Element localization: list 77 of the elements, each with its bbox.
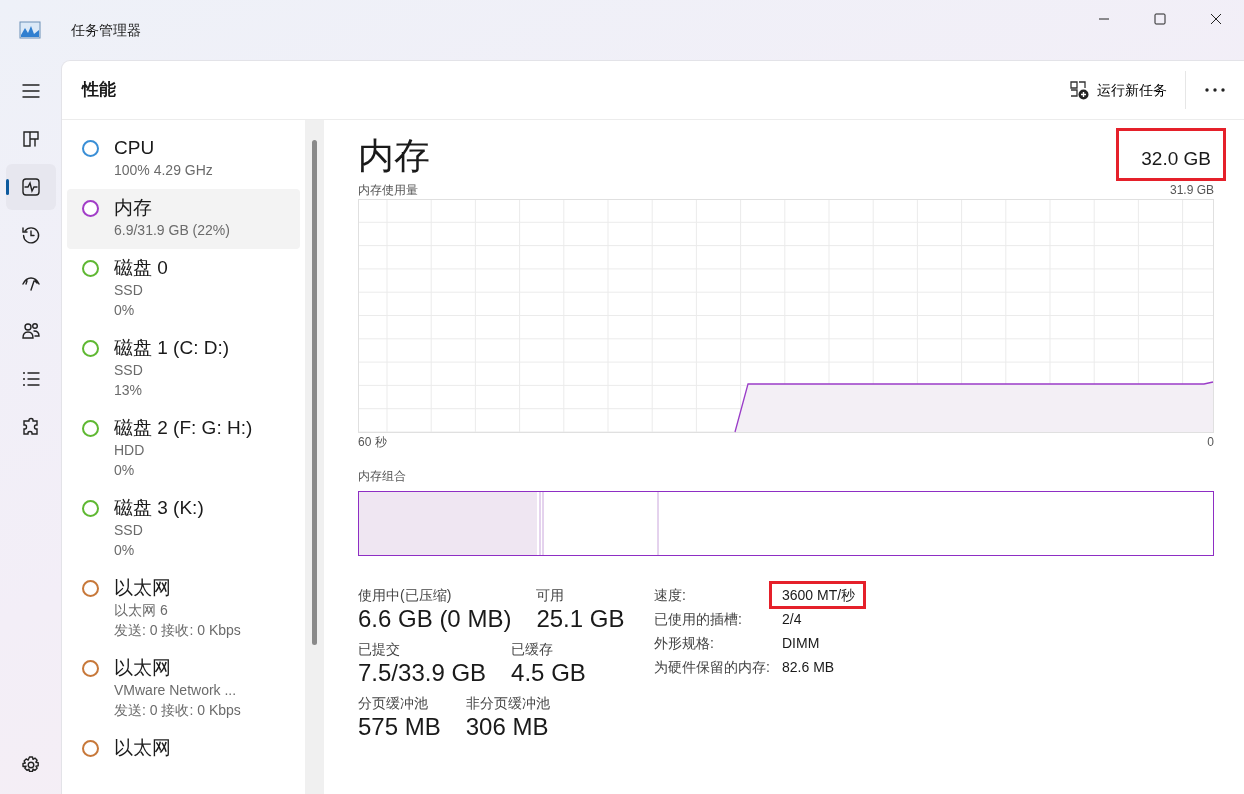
resource-info: 发送: 0 接收: 0 Kbps <box>114 621 241 640</box>
pulse-icon <box>20 177 41 197</box>
run-new-task-button[interactable]: 运行新任务 <box>1063 73 1173 107</box>
resource-info: SSD <box>114 521 144 540</box>
scrollbar[interactable] <box>305 120 324 794</box>
property-label: 为硬件保留的内存: <box>654 657 771 676</box>
resource-item[interactable]: CPU 100% 4.29 GHz <box>67 129 300 189</box>
total-memory: 32.0 GB <box>1116 128 1226 181</box>
resource-info: SSD <box>114 361 144 380</box>
resource-info: 6.9/31.9 GB (22%) <box>114 221 230 240</box>
pulse-nav-button[interactable] <box>5 164 56 210</box>
resource-name: 以太网 <box>114 576 172 600</box>
property-label: 速度: <box>654 585 687 604</box>
add-task-icon <box>1069 80 1089 100</box>
resource-item[interactable]: 磁盘 2 (F: G: H:) HDD 0% <box>67 409 300 489</box>
resource-item[interactable]: 磁盘 0 SSD 0% <box>67 249 300 329</box>
close-icon <box>1210 13 1222 25</box>
resource-name: 以太网 <box>114 736 171 760</box>
property-label: 外形规格: <box>654 633 715 652</box>
settings-icon <box>20 755 41 775</box>
resource-info: 0% <box>114 541 136 560</box>
resource-name: 磁盘 1 (C: D:) <box>114 336 230 360</box>
resource-item[interactable]: 磁盘 1 (C: D:) SSD 13% <box>67 329 300 409</box>
stat-value: 25.1 GB <box>536 603 625 634</box>
stat-label: 已提交 <box>358 639 401 658</box>
clock-icon <box>20 225 41 245</box>
stat-value: 4.5 GB <box>511 657 586 688</box>
resource-info: 以太网 6 <box>114 601 169 620</box>
window-title: 任务管理器 <box>71 20 141 40</box>
list-icon <box>20 369 41 389</box>
resource-item[interactable]: 磁盘 3 (K:) SSD 0% <box>67 489 300 569</box>
resource-name: 以太网 <box>114 656 172 680</box>
resource-item[interactable]: 以太网 以太网 6 发送: 0 接收: 0 Kbps <box>67 569 300 649</box>
puzzle-icon <box>20 417 41 437</box>
resource-name: CPU <box>114 136 156 160</box>
resource-info: 发送: 0 接收: 0 Kbps <box>114 701 241 720</box>
menu-icon <box>20 81 41 101</box>
resource-name: 磁盘 3 (K:) <box>114 496 204 520</box>
grid-icon <box>20 129 41 149</box>
property-value: 82.6 MB <box>781 657 836 676</box>
resource-info: VMware Network ... <box>114 681 238 700</box>
more-icon <box>1204 88 1226 92</box>
stat-label: 可用 <box>536 585 566 604</box>
resource-info: 13% <box>114 381 144 400</box>
resource-title: 内存 <box>358 134 430 178</box>
graph-label: 内存使用量 <box>358 181 418 199</box>
resource-item[interactable]: 以太网 VMware Network ... 发送: 0 接收: 0 Kbps <box>67 649 300 729</box>
resource-info: 0% <box>114 461 136 480</box>
resource-info: 0% <box>114 301 136 320</box>
resource-name: 磁盘 0 <box>114 256 168 280</box>
resource-info: 100% 4.29 GHz <box>114 161 213 180</box>
app-icon <box>19 21 41 39</box>
stat-label: 使用中(已压缩) <box>358 585 453 604</box>
property-label: 已使用的插槽: <box>654 609 743 628</box>
resource-name: 内存 <box>114 196 153 220</box>
resource-info: HDD <box>114 441 146 460</box>
stat-label: 已缓存 <box>511 639 555 658</box>
page-title: 性能 <box>82 79 116 102</box>
resource-name: 磁盘 2 (F: G: H:) <box>114 416 253 440</box>
stat-label: 非分页缓冲池 <box>465 693 550 712</box>
maximize-icon <box>1154 13 1166 25</box>
stat-label: 分页缓冲池 <box>358 693 429 712</box>
stat-value: 575 MB <box>358 711 441 742</box>
time-axis-label: 60 秒 <box>358 433 387 451</box>
time-axis-label: 0 <box>1207 433 1214 451</box>
users-icon <box>20 321 41 341</box>
resource-item[interactable]: 内存 6.9/31.9 GB (22%) <box>67 189 300 249</box>
stat-value: 306 MB <box>465 711 550 742</box>
property-value: 3600 MT/秒 <box>769 580 867 609</box>
resource-info: SSD <box>114 281 144 300</box>
stat-value: 6.6 GB (0 MB) <box>358 603 512 634</box>
graph-max-label: 31.9 GB <box>1169 181 1214 199</box>
property-value: DIMM <box>781 633 821 652</box>
stat-value: 7.5/33.9 GB <box>358 657 487 688</box>
property-value: 2/4 <box>781 609 803 628</box>
composition-label: 内存组合 <box>358 467 407 485</box>
resource-item[interactable]: 以太网 <box>67 729 300 769</box>
